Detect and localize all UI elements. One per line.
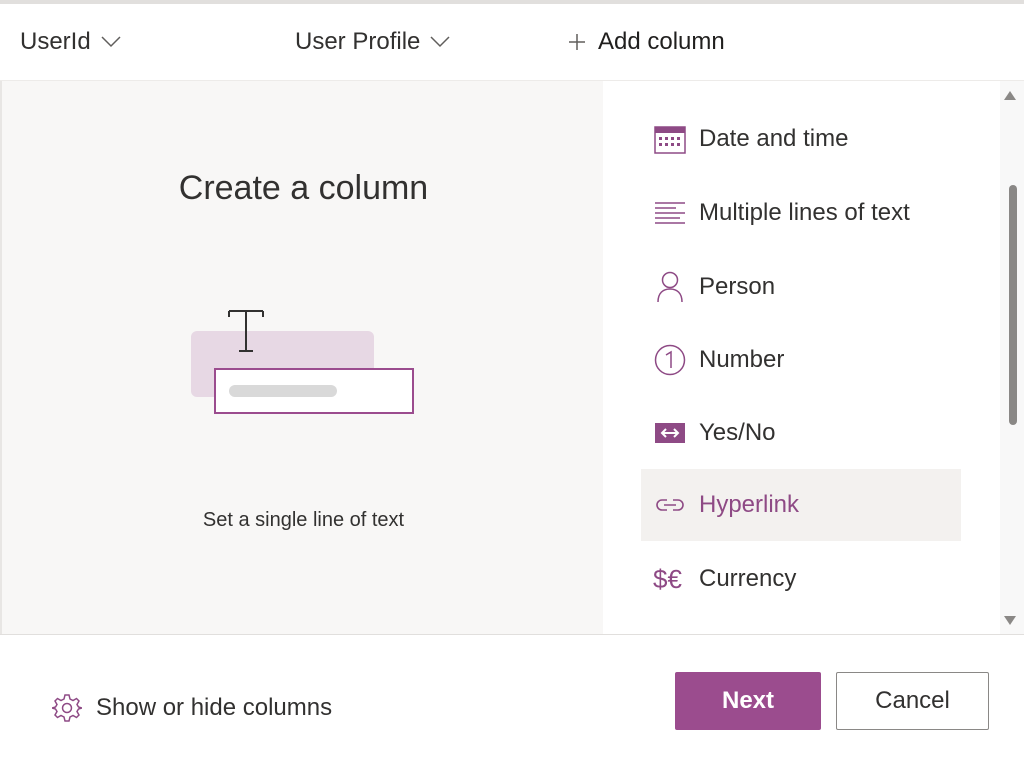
plus-icon <box>569 34 585 50</box>
panel-footer: Show or hide columns Next Cancel <box>0 634 1024 779</box>
toggle-icon <box>653 416 687 450</box>
single-line-text-illustration <box>191 310 414 414</box>
number-icon <box>653 343 687 377</box>
type-item-label: Hyperlink <box>699 491 800 518</box>
type-item-label: Date and time <box>699 125 849 152</box>
column-header-label: User Profile <box>295 28 421 55</box>
column-header-user-profile[interactable]: User Profile <box>295 28 450 56</box>
type-item-multiple-lines[interactable]: Multiple lines of text <box>641 177 961 249</box>
type-item-date-time[interactable]: Date and time <box>641 103 961 175</box>
cancel-button[interactable]: Cancel <box>836 672 989 730</box>
currency-icon: $€ <box>653 562 687 596</box>
column-type-description: Set a single line of text <box>202 509 405 531</box>
add-column-button[interactable]: Add column <box>568 28 725 56</box>
type-item-number[interactable]: Number <box>641 324 961 396</box>
link-icon <box>653 488 687 522</box>
show-hide-columns-label: Show or hide columns <box>96 694 333 721</box>
column-header-label: UserId <box>20 28 91 55</box>
next-button[interactable]: Next <box>675 672 821 730</box>
type-item-label: Yes/No <box>699 419 776 446</box>
scroll-down-arrow[interactable] <box>1004 616 1016 625</box>
panel-title: Create a column <box>178 169 429 207</box>
type-item-currency[interactable]: $€ Currency <box>641 543 961 615</box>
list-header: UserId User Profile Add column <box>0 4 1024 80</box>
add-column-label: Add column <box>598 28 725 55</box>
calendar-icon <box>653 122 687 156</box>
type-item-hyperlink[interactable]: Hyperlink <box>641 469 961 541</box>
scroll-up-arrow[interactable] <box>1004 91 1016 100</box>
type-item-label: Person <box>699 273 776 300</box>
gear-icon <box>52 694 82 722</box>
type-item-yes-no[interactable]: Yes/No <box>641 397 961 469</box>
type-item-label: Currency <box>699 565 797 592</box>
svg-text:$€: $€ <box>653 564 682 594</box>
person-icon <box>653 270 687 304</box>
multiline-text-icon <box>653 196 687 230</box>
column-header-userid[interactable]: UserId <box>20 28 121 56</box>
column-preview-pane: Create a column Set a single line of tex… <box>0 81 603 635</box>
column-type-list: Date and time Multiple lines of text Per… <box>603 81 1024 635</box>
type-item-label: Number <box>699 346 785 373</box>
scrollbar-thumb[interactable] <box>1009 185 1017 425</box>
chevron-down-icon <box>101 36 121 48</box>
show-hide-columns-link[interactable]: Show or hide columns <box>52 693 332 723</box>
create-column-panel: Create a column Set a single line of tex… <box>0 80 1024 635</box>
chevron-down-icon <box>430 36 450 48</box>
type-item-label: Multiple lines of text <box>699 199 910 226</box>
type-item-person[interactable]: Person <box>641 251 961 323</box>
